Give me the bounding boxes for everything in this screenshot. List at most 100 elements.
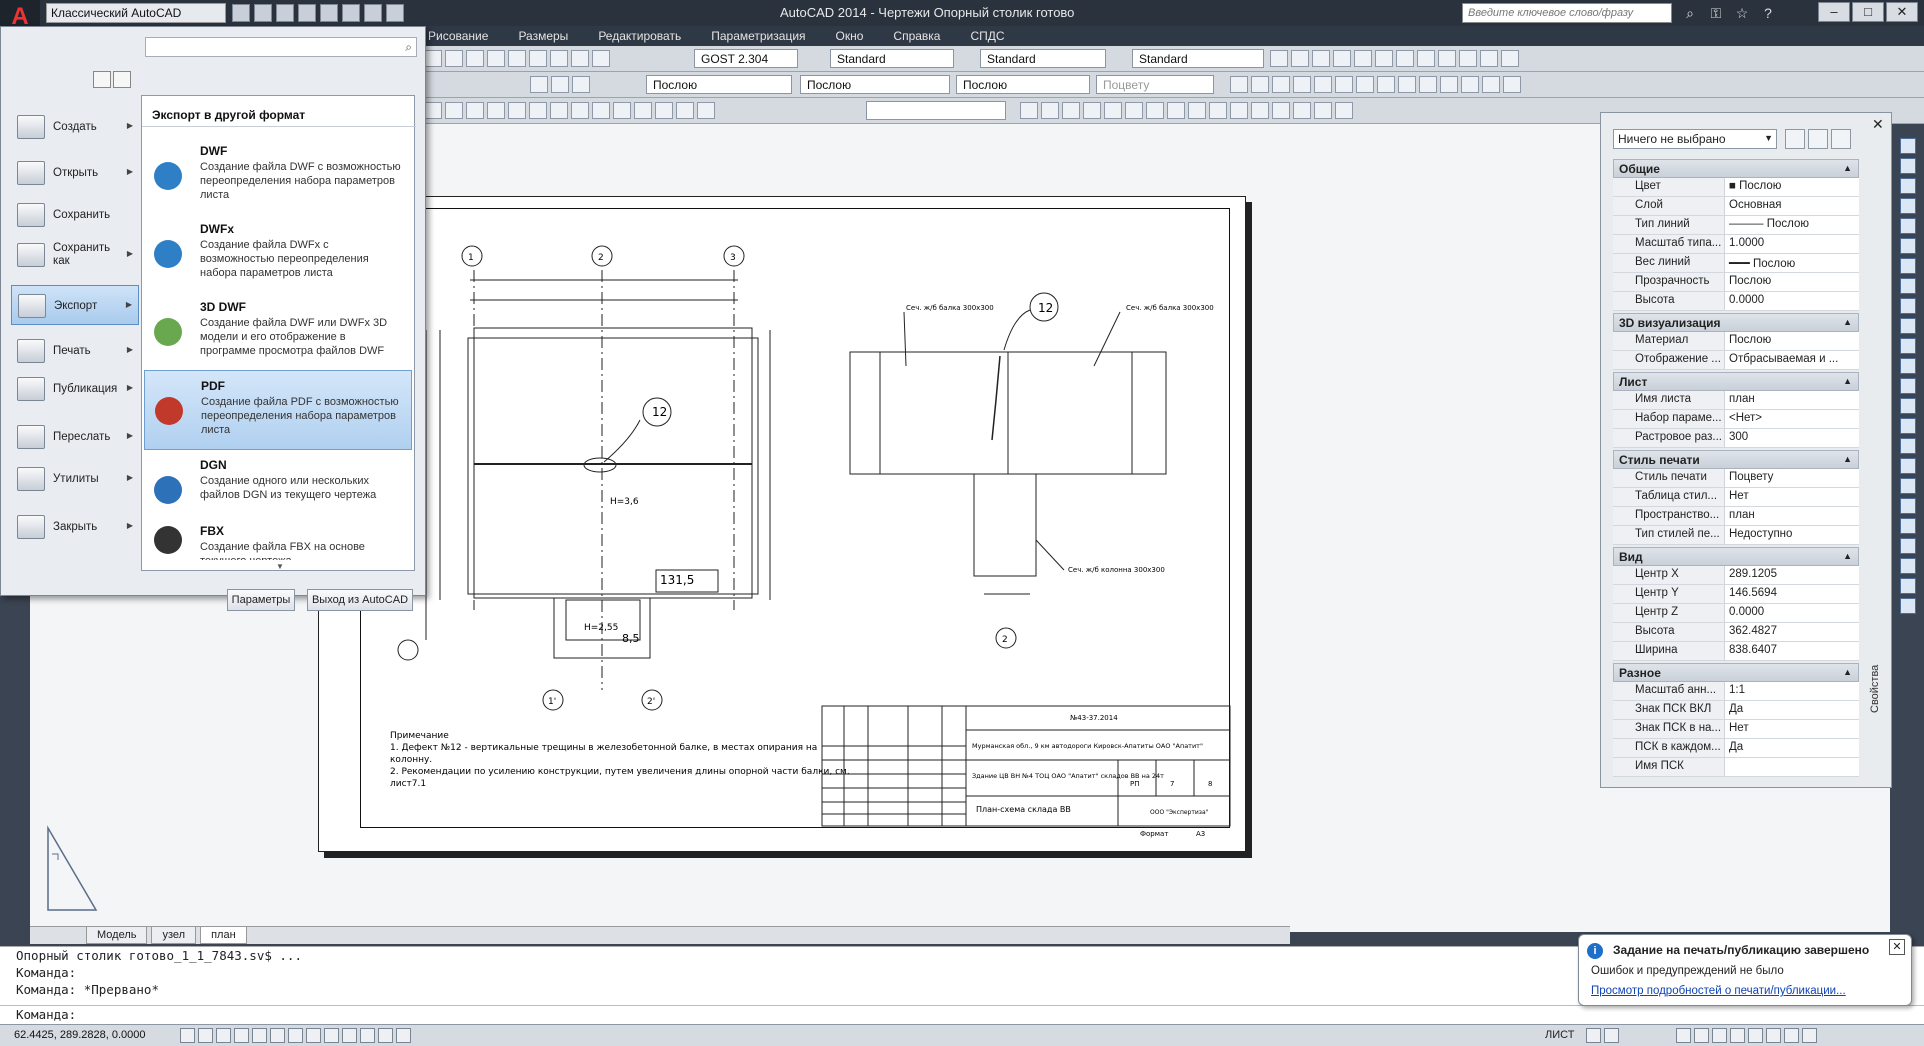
property-row[interactable]: Знак ПСК в на... Нет [1613,720,1859,739]
clean-screen-icon[interactable] [1802,1028,1817,1043]
property-row[interactable]: Высота 362.4827 [1613,623,1859,642]
property-section-header[interactable]: Лист ▲ [1613,372,1859,391]
property-value[interactable]: Послою [1725,273,1859,291]
annotation-icon[interactable] [1676,1028,1691,1043]
tool-icon[interactable] [1900,198,1916,214]
quick-select-icon[interactable] [1831,129,1851,149]
property-value[interactable]: план [1725,507,1859,525]
menu-item-new[interactable]: Создать ▶ [11,107,139,147]
export-item-3d-dwf[interactable]: 3D DWF Создание файла DWF или DWFx 3D мод… [144,292,412,372]
menu-item-open[interactable]: Открыть ▶ [11,153,139,193]
tool-icon[interactable] [1900,158,1916,174]
layout-icon[interactable] [1604,1028,1619,1043]
am-icon[interactable] [396,1028,411,1043]
property-value[interactable]: ━━━ Послою [1725,254,1859,272]
tool-icon[interactable] [1900,398,1916,414]
tab-uzel[interactable]: узел [151,927,197,944]
menu-item-send[interactable]: Переслать ▶ [11,417,139,457]
property-section-header[interactable]: Разное ▲ [1613,663,1859,682]
export-item-pdf[interactable]: PDF Создание файла PDF с возможностью пер… [144,370,412,450]
polar-icon[interactable] [234,1028,249,1043]
tool-icon[interactable] [1900,518,1916,534]
property-row[interactable]: Вес линий ━━━ Послою [1613,254,1859,273]
property-section-header[interactable]: 3D визуализация ▲ [1613,313,1859,332]
snap-icon[interactable] [180,1028,195,1043]
tool-icon[interactable] [1900,578,1916,594]
menu-item-utilities[interactable]: Утилиты ▶ [11,459,139,499]
property-row[interactable]: Ширина 838.6407 [1613,642,1859,661]
menu-item-save[interactable]: Сохранить [11,195,139,235]
property-value[interactable]: ■ Послою [1725,178,1859,196]
grid-icon[interactable] [198,1028,213,1043]
property-row[interactable]: Масштаб анн... 1:1 [1613,682,1859,701]
property-row[interactable]: Центр Z 0.0000 [1613,604,1859,623]
command-input[interactable]: Команда: [0,1005,1924,1022]
toggle-pickadd-icon[interactable] [1785,129,1805,149]
property-row[interactable]: Набор параме... <Нет> [1613,410,1859,429]
property-row[interactable]: Таблица стил... Нет [1613,488,1859,507]
tool-icon[interactable] [1900,138,1916,154]
property-row[interactable]: Тип стилей пе... Недоступно [1613,526,1859,545]
property-section-header[interactable]: Вид ▲ [1613,547,1859,566]
property-row[interactable]: Высота 0.0000 [1613,292,1859,311]
property-section-header[interactable]: Общие ▲ [1613,159,1859,178]
exit-autocad-button[interactable]: Выход из AutoCAD [307,589,413,611]
property-value[interactable]: 0.0000 [1725,292,1859,310]
qp-icon[interactable] [360,1028,375,1043]
osnap-icon[interactable] [252,1028,267,1043]
property-value[interactable]: 146.5694 [1725,585,1859,603]
property-value[interactable]: 1:1 [1725,682,1859,700]
tray-icon[interactable] [1784,1028,1799,1043]
property-row[interactable]: Имя листа план [1613,391,1859,410]
property-value[interactable]: 0.0000 [1725,604,1859,622]
tool-icon[interactable] [1900,338,1916,354]
tool-icon[interactable] [1900,598,1916,614]
scroll-down-icon[interactable]: ▼ [276,562,284,571]
menu-item-publish[interactable]: Публикация ▶ [11,369,139,409]
tool-icon[interactable] [1900,258,1916,274]
property-value[interactable]: ——— Послою [1725,216,1859,234]
tool-icon[interactable] [1900,478,1916,494]
property-row[interactable]: Масштаб типа... 1.0000 [1613,235,1859,254]
recent-docs-icon[interactable] [93,71,111,88]
property-value[interactable]: 362.4827 [1725,623,1859,641]
plot-status-icon[interactable] [1766,1028,1781,1043]
notification-link[interactable]: Просмотр подробностей о печати/публикаци… [1591,985,1846,997]
menu-item-export[interactable]: Экспорт ▶ [11,285,139,325]
property-row[interactable]: Тип линий ——— Послою [1613,216,1859,235]
property-value[interactable]: Да [1725,739,1859,757]
ducs-icon[interactable] [288,1028,303,1043]
tpy-icon[interactable] [342,1028,357,1043]
tool-icon[interactable] [1900,278,1916,294]
hardware-icon[interactable] [1730,1028,1745,1043]
ortho-icon[interactable] [216,1028,231,1043]
tool-icon[interactable] [1900,498,1916,514]
property-value[interactable]: Отбрасываемая и ... [1725,351,1859,369]
tool-icon[interactable] [1900,538,1916,554]
tool-icon[interactable] [1900,298,1916,314]
export-item-fbx[interactable]: FBX Создание файла FBX на основе текущего… [144,516,412,560]
lwt-icon[interactable] [324,1028,339,1043]
selection-select[interactable]: Ничего не выбрано ▼ [1613,129,1777,149]
tool-icon[interactable] [1900,558,1916,574]
property-row[interactable]: Центр X 289.1205 [1613,566,1859,585]
property-value[interactable]: план [1725,391,1859,409]
workspace-icon[interactable] [1694,1028,1709,1043]
menu-search-input[interactable]: ⌕ [145,37,417,57]
property-value[interactable] [1725,758,1859,776]
property-value[interactable]: Недоступно [1725,526,1859,544]
property-value[interactable]: Основная [1725,197,1859,215]
menu-item-print[interactable]: Печать ▶ [11,331,139,371]
property-value[interactable]: 1.0000 [1725,235,1859,253]
property-value[interactable]: 300 [1725,429,1859,447]
export-item-dwfx[interactable]: DWFx Создание файла DWFx с возможностью п… [144,214,412,294]
lock-icon[interactable] [1712,1028,1727,1043]
menu-item-close[interactable]: Закрыть ▶ [11,507,139,547]
property-row[interactable]: Материал Послою [1613,332,1859,351]
property-value[interactable]: Послою [1725,332,1859,350]
property-row[interactable]: Прозрачность Послою [1613,273,1859,292]
space-toggle[interactable]: ЛИСТ [1545,1029,1574,1041]
tool-icon[interactable] [1900,178,1916,194]
tab-plan[interactable]: план [200,927,247,944]
property-value[interactable]: 289.1205 [1725,566,1859,584]
